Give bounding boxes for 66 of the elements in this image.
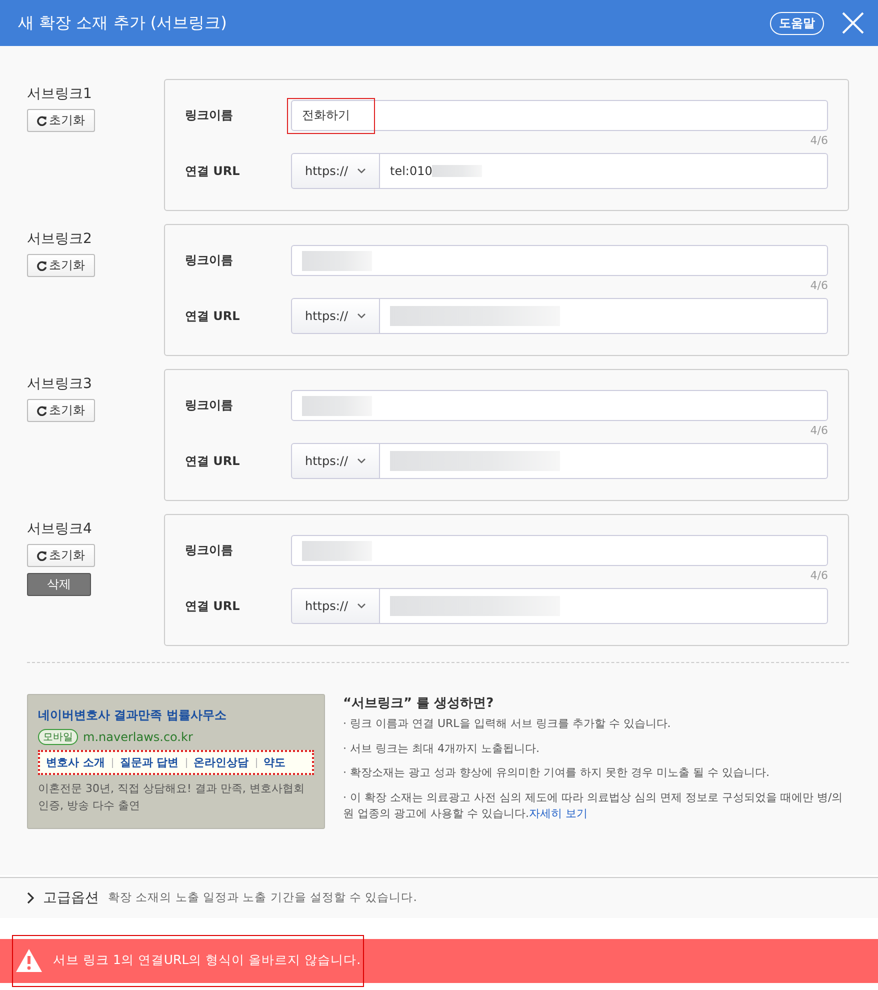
protocol-dropdown[interactable]: https://	[291, 298, 380, 334]
info-text: · 서브 링크는 최대 4개까지 노출됩니다.	[343, 740, 540, 756]
sublink-preview: 약도	[264, 755, 286, 770]
field-label: 링크이름	[185, 542, 234, 559]
field-value: 전화하기	[302, 107, 350, 124]
refresh-icon	[37, 406, 47, 416]
sublink-title: 서브링크4	[27, 520, 92, 538]
sublink-preview: 온라인상담	[194, 755, 249, 770]
link-name-field[interactable]: 전화하기	[291, 100, 828, 131]
chevron-down-icon	[357, 313, 366, 319]
advanced-options-bar[interactable]: 고급옵션 확장 소재의 노출 일정과 노출 기간을 설정할 수 있습니다.	[0, 876, 878, 918]
refresh-icon	[37, 550, 47, 560]
field-label: 연결 URL	[185, 452, 241, 470]
field-value: tel:010	[390, 164, 432, 178]
chevron-down-icon	[357, 168, 366, 174]
url-field[interactable]	[380, 588, 828, 624]
sublink-preview: 질문과 답변	[120, 755, 179, 770]
help-button[interactable]: 도움말	[770, 12, 824, 34]
warning-icon	[15, 948, 43, 973]
sublink-title: 서브링크1	[27, 85, 92, 103]
advanced-options-description: 확장 소재의 노출 일정과 노출 기간을 설정할 수 있습니다.	[108, 890, 417, 905]
reset-button[interactable]: 초기화	[27, 399, 95, 422]
ad-url: m.naverlaws.co.kr	[83, 730, 193, 744]
error-message: 서브 링크 1의 연결URL의 형식이 올바르지 않습니다.	[53, 952, 361, 969]
link-name-field[interactable]	[291, 245, 828, 276]
url-field[interactable]	[380, 298, 828, 334]
advanced-options-label: 고급옵션	[43, 888, 99, 906]
character-counter: 4/6	[810, 279, 828, 292]
character-counter: 4/6	[810, 569, 828, 582]
field-label: 연결 URL	[185, 162, 241, 180]
mobile-badge: 모바일	[38, 729, 78, 745]
reset-button[interactable]: 초기화	[27, 254, 95, 277]
protocol-dropdown[interactable]: https://	[291, 588, 380, 624]
info-text: · 확장소재는 광고 성과 향상에 유의미한 기여를 하지 못한 경우 미노출 될 수 있습니다.	[343, 765, 770, 781]
url-field[interactable]: tel:010	[380, 153, 828, 189]
refresh-icon	[37, 260, 47, 270]
character-counter: 4/6	[810, 134, 828, 147]
character-counter: 4/6	[810, 424, 828, 437]
info-text: · 이 확장 소재는 의료광고 사전 심의 제도에 따라 의료법상 심의 면제 정보로 구성되었을 때에만 병/의원 업종의 광고에 사용할 수 있습니다.자세히 보기	[343, 790, 844, 822]
field-label: 링크이름	[185, 397, 234, 414]
reset-button[interactable]: 초기화	[27, 109, 95, 132]
field-label: 링크이름	[185, 107, 234, 124]
sublink-title: 서브링크2	[27, 230, 92, 248]
field-label: 링크이름	[185, 252, 234, 269]
refresh-icon	[37, 116, 47, 126]
field-label: 연결 URL	[185, 598, 241, 614]
link-name-field[interactable]	[291, 535, 828, 566]
info-text: · 링크 이름과 연결 URL을 입력해 서브 링크를 추가할 수 있습니다.	[343, 716, 672, 732]
delete-button[interactable]: 삭제	[27, 573, 91, 596]
ad-title: 네이버변호사 결과만족 법률사무소	[38, 707, 228, 724]
reset-button[interactable]: 초기화	[27, 544, 95, 567]
protocol-dropdown[interactable]: https://	[291, 443, 380, 479]
chevron-down-icon	[357, 603, 366, 609]
url-field[interactable]	[380, 443, 828, 479]
field-label: 연결 URL	[185, 308, 241, 324]
chevron-right-icon	[27, 892, 34, 904]
link-name-field[interactable]	[291, 390, 828, 421]
window-title: 새 확장 소재 추가 (서브링크)	[18, 12, 228, 34]
sublink-preview: 변호사 소개	[46, 755, 105, 770]
sublink-title: 서브링크3	[27, 375, 92, 393]
ad-description: 이혼전문 30년, 직접 상담해요! 결과 만족, 변호사협회 인증, 방송 다수 출연	[38, 781, 306, 814]
chevron-down-icon	[357, 458, 366, 464]
details-link[interactable]: 자세히 보기	[528, 807, 588, 820]
info-heading: “서브링크” 를 생성하면?	[343, 695, 495, 712]
protocol-dropdown[interactable]: https://	[291, 153, 380, 189]
close-icon[interactable]	[842, 12, 864, 34]
